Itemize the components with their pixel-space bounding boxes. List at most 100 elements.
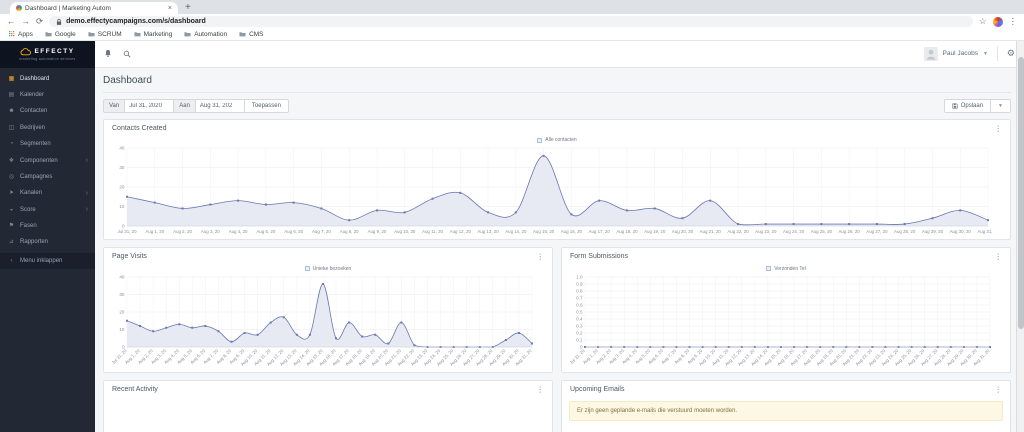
notifications-bell-icon[interactable] <box>104 49 112 58</box>
chevron-right-icon: › <box>85 206 88 214</box>
sidebar: EFFECTY marketing automation services ▦ D… <box>0 40 95 432</box>
refresh-icon[interactable]: ⟳ <box>36 17 43 26</box>
contacts-icon: ☻ <box>8 108 15 115</box>
svg-text:Aug 17, 20: Aug 17, 20 <box>589 229 611 234</box>
bookmark-automation[interactable]: Automation <box>184 31 227 38</box>
svg-text:Aug 4, 20: Aug 4, 20 <box>229 229 248 234</box>
sidebar-item-bedrijven[interactable]: ◫ Bedrijven <box>0 120 95 136</box>
dashboard-icon: ▦ <box>8 75 15 82</box>
save-dashboard-button[interactable]: Opslaan <box>943 98 992 113</box>
svg-text:20: 20 <box>119 309 125 314</box>
svg-text:40: 40 <box>119 146 125 151</box>
chart-legend[interactable]: Verzonden Tel <box>568 266 1004 272</box>
user-menu-caret-icon[interactable]: ▼ <box>983 51 988 57</box>
bookmark-label: Automation <box>194 30 228 38</box>
bookmark-label: Marketing <box>143 30 173 38</box>
lock-icon <box>56 18 62 25</box>
save-dropdown-button[interactable]: ▼ <box>990 98 1011 113</box>
sidebar-item-label: Dashboard <box>20 75 50 82</box>
svg-text:Aug 22, 20: Aug 22, 20 <box>727 229 749 234</box>
panel-title: Upcoming Emails <box>570 385 625 393</box>
svg-text:1.0: 1.0 <box>576 274 583 279</box>
folder-icon <box>239 32 246 37</box>
svg-text:Aug 11, 20: Aug 11, 20 <box>422 229 443 234</box>
panel-title: Form Submissions <box>570 253 628 261</box>
chart-legend[interactable]: Unieke bezoeken <box>110 266 546 272</box>
panel-title: Page Visits <box>112 253 147 261</box>
folder-icon <box>134 32 141 37</box>
components-icon: ❖ <box>8 157 15 164</box>
sidebar-item-label: Segmenten <box>20 141 51 148</box>
close-tab-icon[interactable]: × <box>168 5 172 12</box>
chart-legend[interactable]: Alle contacten <box>110 137 1004 143</box>
sidebar-item-contacten[interactable]: ☻ Contacten <box>0 103 95 119</box>
user-name[interactable]: Paul Jacobs <box>943 50 978 57</box>
page-scrollbar[interactable] <box>1016 40 1024 432</box>
bookmark-star-icon[interactable]: ☆ <box>979 17 987 26</box>
bookmark-cms[interactable]: CMS <box>239 30 264 38</box>
date-from-input[interactable] <box>124 98 175 113</box>
panel-menu-icon[interactable]: ⋮ <box>537 385 545 394</box>
favicon-icon <box>16 5 22 11</box>
date-to-input[interactable] <box>194 98 245 113</box>
sidebar-item-kanalen[interactable]: ➤ Kanalen › <box>0 185 95 201</box>
address-bar[interactable]: demo.effectycampaigns.com/s/dashboard <box>49 16 973 27</box>
new-tab-button[interactable]: + <box>185 2 191 13</box>
panel-menu-icon[interactable]: ⋮ <box>537 253 545 261</box>
svg-text:0.1: 0.1 <box>576 337 583 342</box>
url-text: demo.effectycampaigns.com/s/dashboard <box>66 18 206 25</box>
svg-text:Aug 13, 20: Aug 13, 20 <box>477 229 499 234</box>
bookmark-apps[interactable]: Apps <box>9 31 33 38</box>
chevron-right-icon: › <box>85 157 88 165</box>
segments-icon: ◔ <box>9 141 14 148</box>
svg-text:0.7: 0.7 <box>576 295 583 300</box>
browser-profile-avatar[interactable] <box>992 16 1003 27</box>
legend-checkbox-icon <box>766 266 772 271</box>
panel-recent-activity: Recent Activity ⋮ <box>103 379 553 432</box>
svg-text:Aug 18, 20: Aug 18, 20 <box>616 229 638 234</box>
browser-menu-icon[interactable]: ⋮ <box>1009 17 1018 26</box>
page-title: Dashboard <box>103 75 1011 93</box>
sidebar-item-campagnes[interactable]: ◎ Campagnes <box>0 169 95 185</box>
search-icon[interactable] <box>123 50 131 58</box>
svg-text:Aug 9, 20: Aug 9, 20 <box>368 229 387 234</box>
sidebar-item-segmenten[interactable]: ◔ Segmenten <box>0 136 95 152</box>
sidebar-item-kalender[interactable]: ▤ Kalender <box>0 87 95 103</box>
svg-text:10: 10 <box>119 327 125 332</box>
scrollbar-thumb[interactable] <box>1018 56 1024 329</box>
sidebar-item-fasen[interactable]: ⚑ Fasen <box>0 218 95 234</box>
bookmark-label: CMS <box>249 30 264 38</box>
svg-text:0.2: 0.2 <box>576 330 583 335</box>
svg-text:0.3: 0.3 <box>576 323 583 328</box>
forward-icon[interactable]: → <box>22 17 31 26</box>
app-header: Paul Jacobs ▼ ⚙ <box>95 40 1024 68</box>
apply-button[interactable]: Toepassen <box>243 98 289 113</box>
panel-menu-icon[interactable]: ⋮ <box>995 253 1003 261</box>
date-from-label: Van <box>103 98 126 113</box>
svg-text:0.5: 0.5 <box>576 309 583 314</box>
sidebar-item-label: Bedrijven <box>20 124 46 131</box>
tab-title: Dashboard | Marketing Autom <box>25 4 111 12</box>
panel-menu-icon[interactable]: ⋮ <box>995 124 1003 133</box>
sidebar-item-dashboard[interactable]: ▦ Dashboard <box>0 71 95 87</box>
panel-menu-icon[interactable]: ⋮ <box>995 385 1003 394</box>
cloud-logo-icon <box>21 47 32 55</box>
sidebar-item-menu-inklappen[interactable]: ‹ Menu inklappen <box>0 252 95 269</box>
user-avatar[interactable] <box>923 46 938 61</box>
browser-tab[interactable]: Dashboard | Marketing Autom × <box>10 2 178 14</box>
back-icon[interactable]: ← <box>7 17 16 26</box>
bookmark-marketing[interactable]: Marketing <box>134 30 173 38</box>
sidebar-item-componenten[interactable]: ❖ Componenten › <box>0 152 95 168</box>
dashboard-content: Dashboard Van Aan Toepassen Opslaan ▼ <box>95 68 1024 432</box>
app-logo[interactable]: EFFECTY marketing automation services <box>0 40 95 68</box>
settings-gear-icon[interactable]: ⚙ <box>1007 49 1015 58</box>
sidebar-item-score[interactable]: ◒ Score › <box>0 202 95 218</box>
svg-text:10: 10 <box>119 204 125 209</box>
bookmark-google[interactable]: Google <box>45 31 76 38</box>
svg-text:Aug 28, 20: Aug 28, 20 <box>894 229 916 234</box>
save-label: Opslaan <box>960 102 984 109</box>
svg-text:Aug 1, 20: Aug 1, 20 <box>145 229 164 234</box>
bookmark-scrum[interactable]: SCRUM <box>88 31 122 38</box>
sidebar-item-rapporten[interactable]: ⊿ Rapporten <box>0 234 95 250</box>
svg-text:Aug 30, 20: Aug 30, 20 <box>950 229 972 234</box>
